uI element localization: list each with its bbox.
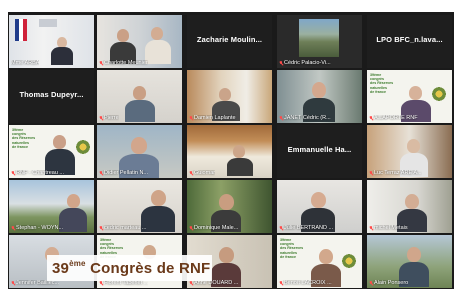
participant-name: Stephan - WOYN... xyxy=(11,225,63,232)
participant-name: RNF - Chantreau ... xyxy=(11,170,64,177)
participant-name: cedric marteau ... xyxy=(99,225,147,232)
muted-mic-icon xyxy=(189,116,193,121)
participant-name: Florent Taberlet ... xyxy=(99,280,148,287)
participant-name: Zacharie Moulin... xyxy=(196,35,263,44)
person-body xyxy=(51,47,73,65)
participant-name: A.LAPORTE RNF xyxy=(369,115,418,122)
person xyxy=(67,194,80,208)
person xyxy=(133,86,146,100)
landscape-image xyxy=(299,19,339,57)
muted-mic-icon xyxy=(369,226,373,231)
participant-tile[interactable]: 39èmecongrèsdes Réservesnaturellesde fra… xyxy=(277,235,362,288)
participant-tile[interactable]: michel Metais xyxy=(367,180,452,233)
muted-mic-icon xyxy=(279,281,283,286)
participant-tile[interactable]: Thomas Dupeyr... xyxy=(9,70,94,123)
participant-tile[interactable]: Emmanuelle Ha... xyxy=(277,125,362,178)
participant-name: Jennifer Bailliec... xyxy=(11,280,59,287)
participant-name: Benoît LACROIX ... xyxy=(279,280,332,287)
muted-mic-icon xyxy=(279,226,283,231)
person xyxy=(219,88,231,101)
muted-mic-icon xyxy=(279,61,283,66)
participant-name: Anne DOUARD ... xyxy=(189,280,238,287)
participant-name: Mme ARBA xyxy=(11,60,40,66)
muted-mic-icon xyxy=(279,116,283,121)
participant-name: Julie BERTRAND ... xyxy=(279,225,333,232)
participant-name: Cédric Palacio-Vi... xyxy=(279,60,331,67)
participant-tile[interactable]: Mme ARBA xyxy=(9,15,94,68)
person-body xyxy=(227,158,253,176)
participant-tile[interactable]: JANET Cédric (R... xyxy=(277,70,362,123)
participant-name: Charlotte Meunier xyxy=(99,60,148,67)
muted-mic-icon xyxy=(369,116,373,121)
person xyxy=(219,247,234,263)
participant-name: michel Metais xyxy=(369,225,408,232)
muted-mic-icon xyxy=(99,171,103,176)
participant-name: Luc Terraz ARE A... xyxy=(369,170,422,177)
muted-mic-icon xyxy=(369,171,373,176)
participant-name: Didier Pellatin N... xyxy=(99,170,148,177)
muted-mic-icon xyxy=(11,226,15,231)
ministry-logo xyxy=(39,19,57,27)
participant-tile[interactable]: Zacharie Moulin... xyxy=(187,15,272,68)
rnf-logo xyxy=(75,139,91,155)
person xyxy=(219,194,234,210)
participant-tile[interactable]: 39èmecongrèsdes Réservesnaturellesde fra… xyxy=(367,70,452,123)
muted-mic-icon xyxy=(189,226,193,231)
person xyxy=(311,192,326,208)
participant-name: Dominique Male... xyxy=(189,225,238,232)
person xyxy=(312,82,326,98)
person xyxy=(405,194,419,209)
rnf-logo xyxy=(431,86,447,102)
participant-tile[interactable]: Damien Laplante xyxy=(187,70,272,123)
muted-mic-icon xyxy=(99,226,103,231)
person xyxy=(407,139,420,153)
participant-tile[interactable]: 39èmecongrèsdes Réservesnaturellesde fra… xyxy=(9,125,94,178)
participant-tile[interactable]: Stephan - WOYN... xyxy=(9,180,94,233)
participant-tile[interactable]: cedric marteau ... xyxy=(97,180,182,233)
person-body xyxy=(125,100,155,122)
participant-name: Emmanuelle Ha... xyxy=(287,145,352,154)
person-body xyxy=(59,208,87,232)
person xyxy=(131,137,147,154)
person xyxy=(117,29,129,42)
participant-name: LPO BFC_n.lava... xyxy=(376,35,443,44)
muted-mic-icon xyxy=(369,281,373,286)
person xyxy=(407,247,421,262)
participant-tile[interactable]: Dominique Male... xyxy=(187,180,272,233)
muted-mic-icon xyxy=(99,281,103,286)
rnf-logo xyxy=(341,253,357,269)
participant-tile[interactable]: Didier Pellatin N... xyxy=(97,125,182,178)
participant-tile[interactable]: Julie BERTRAND ... xyxy=(277,180,362,233)
person xyxy=(233,145,245,158)
participant-tile[interactable]: Pierre xyxy=(97,70,182,123)
muted-mic-icon xyxy=(99,116,103,121)
muted-mic-icon xyxy=(11,171,15,176)
participant-name: Pierre xyxy=(99,115,119,122)
participant-name: JANET Cédric (R... xyxy=(279,115,331,122)
participant-tile[interactable]: Luc Terraz ARE A... xyxy=(367,125,452,178)
person xyxy=(53,135,66,149)
participant-tile[interactable]: Cédric Palacio-Vi... xyxy=(277,15,362,68)
muted-mic-icon xyxy=(99,61,103,66)
participant-name: Damien Laplante xyxy=(189,115,236,122)
person xyxy=(319,249,333,264)
participant-name: Thomas Dupeyr... xyxy=(19,90,84,99)
flag-red xyxy=(23,19,27,41)
participant-name: Alain Ponsero xyxy=(369,280,408,287)
muted-mic-icon xyxy=(189,171,193,176)
muted-mic-icon xyxy=(11,281,15,286)
participant-tile[interactable]: LPO BFC_n.lava... xyxy=(367,15,452,68)
person xyxy=(409,86,422,100)
person xyxy=(151,190,166,206)
person xyxy=(151,27,163,40)
participant-tile[interactable]: Alain Ponsero xyxy=(367,235,452,288)
participant-tile[interactable]: Charlotte Meunier xyxy=(97,15,182,68)
congress-banner-title: 39ème Congrès de RNF xyxy=(52,259,211,277)
participant-name: Guiomar xyxy=(189,170,215,177)
participant-tile[interactable]: Guiomar xyxy=(187,125,272,178)
person-body xyxy=(145,40,171,64)
muted-mic-icon xyxy=(189,281,193,286)
